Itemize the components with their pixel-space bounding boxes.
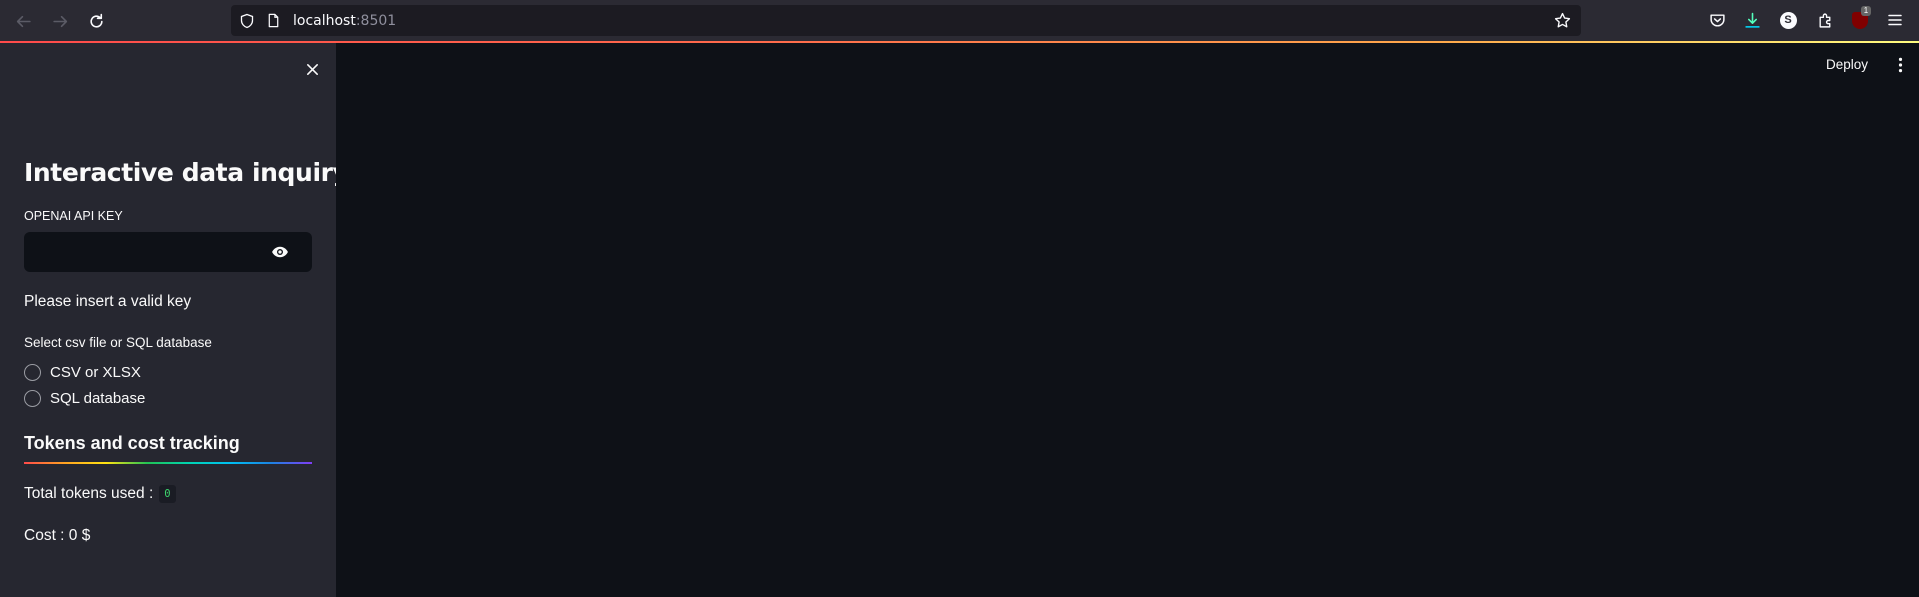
source-select-label: Select csv file or SQL database [24,335,212,350]
arrow-left-icon [16,15,31,27]
deploy-button[interactable]: Deploy [1820,53,1874,76]
cost-text: Cost : 0 $ [24,527,91,544]
main-menu-button[interactable] [1890,54,1910,76]
extensions-puzzle-icon[interactable] [1815,10,1835,30]
page-icon [264,11,283,30]
tokens-label: Total tokens used : [24,485,154,502]
pocket-icon[interactable] [1707,10,1727,30]
tokens-value: 0 [159,485,176,503]
tokens-row: Total tokens used : 0 [24,485,176,503]
radio-circle[interactable] [24,389,41,407]
app-menu-icon[interactable] [1885,10,1905,30]
warning-message: Please insert a valid key [24,293,192,310]
sidebar-title: Interactive data inquiry [24,158,349,187]
shield-icon[interactable] [237,11,256,30]
close-sidebar-button[interactable] [299,56,325,82]
back-button[interactable] [8,8,38,34]
download-icon[interactable] [1742,10,1762,30]
bookmark-star-icon[interactable] [1553,11,1572,30]
reload-icon [89,13,103,28]
arrow-right-icon [52,15,67,27]
close-icon [306,63,318,75]
ublock-extension-icon[interactable]: 1 [1850,6,1871,30]
radio-sql-database[interactable]: SQL database [24,387,224,409]
forward-button[interactable] [45,8,75,34]
tracking-section-title: Tokens and cost tracking [24,433,240,453]
extension-badge: 1 [1861,6,1871,16]
more-vertical-icon [1898,57,1902,73]
profile-avatar[interactable]: S [1778,10,1798,30]
api-key-label: OPENAI API KEY [24,209,123,223]
section-divider [24,462,312,464]
radio-label: SQL database [50,389,146,407]
radio-label: CSV or XLSX [50,363,141,381]
api-key-input[interactable] [24,232,312,272]
radio-csv-xlsx[interactable]: CSV or XLSX [24,361,224,383]
eye-icon[interactable] [270,243,290,261]
main-content: Deploy [336,43,1919,597]
url-host: localhost [293,13,356,29]
address-bar[interactable]: localhost:8501 [231,5,1581,36]
profile-initial: S [1779,11,1797,29]
url-port: :8501 [355,13,397,29]
radio-circle[interactable] [24,363,41,381]
reload-button[interactable] [81,8,111,34]
sidebar: Interactive data inquiry OPENAI API KEY … [0,43,349,597]
url-text[interactable]: localhost:8501 [293,13,396,29]
browser-toolbar: localhost:8501 S 1 [0,0,1919,41]
